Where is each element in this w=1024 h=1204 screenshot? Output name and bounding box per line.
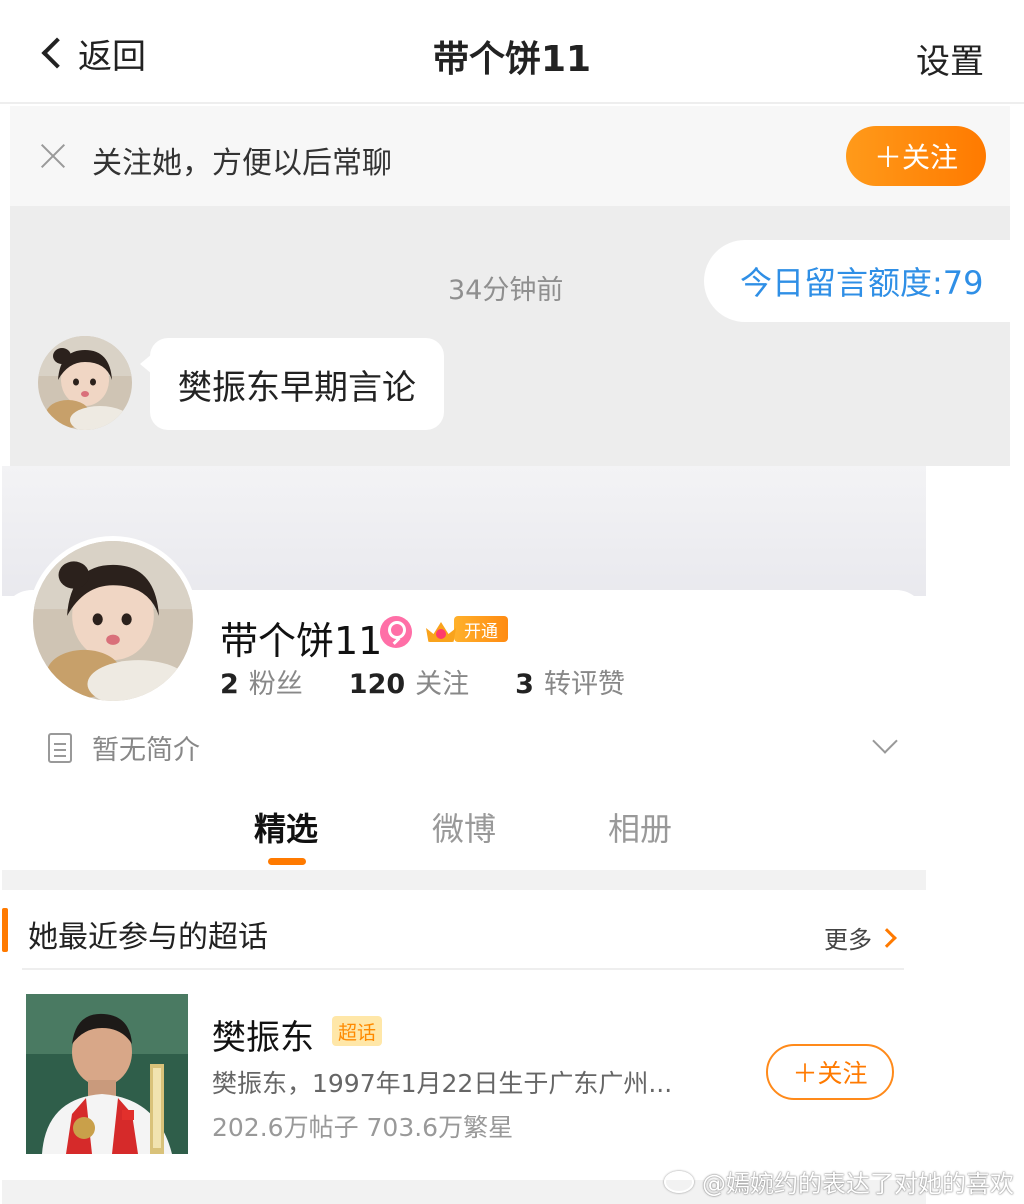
stat-count: 3 [515,669,534,700]
document-icon [48,732,72,763]
topic-follow-button[interactable]: ＋关注 [766,1044,894,1100]
topic-stats: 202.6万帖子 703.6万繁星 [212,1113,514,1142]
active-tab-indicator [268,858,306,865]
page-title: 带个饼11 [432,39,592,80]
section-gap [2,870,926,890]
female-icon [380,616,412,648]
section-accent-bar [2,908,8,952]
more-label: 更多 [824,926,872,954]
message-timestamp: 34分钟前 [448,275,564,306]
section-title: 她最近参与的超话 [28,920,268,955]
chevron-left-icon [41,37,73,69]
tab-weibo[interactable]: 微博 [432,804,496,850]
topic-description: 樊振东，1997年1月22日生于广东广州... [212,1069,673,1098]
profile-tabs: 精选 微博 相册 [2,800,926,870]
chevron-right-icon [877,927,897,948]
crown-icon [424,614,458,644]
follow-button[interactable]: ＋关注 [846,126,986,186]
divider [22,968,904,970]
message-bubble[interactable]: 樊振东早期言论 [140,338,444,430]
profile-avatar[interactable] [28,536,198,706]
watermark: @嫣婉约的表达了对她的喜欢 [664,1164,1014,1199]
stat-interactions[interactable]: 3 转评赞 [515,662,625,701]
vip-open-label: 开通 [454,616,508,642]
message-quota-bubble: 今日留言额度:79 [704,240,1024,322]
stat-label: 转评赞 [543,669,625,700]
bio-row[interactable]: 暂无简介 [48,728,200,767]
topic-name[interactable]: 樊振东 [212,1010,314,1059]
bio-text: 暂无简介 [92,735,200,766]
navbar: 返回 带个饼11 设置 [0,0,1024,104]
sender-avatar[interactable] [38,336,132,430]
stat-count: 120 [348,669,406,700]
back-button[interactable]: 返回 [36,28,146,78]
supertopic-section: 她最近参与的超话 更多 樊振东 超话 樊振东，1997年1月22日生于广东广州.… [2,890,926,1180]
profile-name: 带个饼11 [220,619,383,663]
back-label: 返回 [78,36,146,77]
weibo-logo-icon [664,1170,694,1193]
chat-area[interactable]: 34分钟前 今日留言额度:79 樊振东早期言论 [10,206,1024,466]
stat-label: 关注 [415,669,470,700]
supertopic-tag: 超话 [332,1016,383,1046]
stat-label: 粉丝 [248,669,303,700]
stat-count: 2 [220,669,239,700]
close-icon[interactable] [38,140,68,170]
topic-thumbnail[interactable] [26,994,188,1154]
vip-badge[interactable]: 开通 [424,614,508,644]
profile-stats: 2 粉丝 120 关注 3 转评赞 [220,662,671,701]
more-link[interactable]: 更多 [824,920,897,955]
follow-banner: 关注她，方便以后常聊 ＋关注 [10,106,1010,206]
settings-button[interactable]: 设置 [916,34,984,83]
stat-fans[interactable]: 2 粉丝 [220,662,303,701]
follow-banner-text: 关注她，方便以后常聊 [92,146,392,181]
watermark-text: @嫣婉约的表达了对她的喜欢 [702,1170,1014,1198]
tab-album[interactable]: 相册 [608,804,672,850]
stat-following[interactable]: 120 关注 [349,662,469,701]
tab-featured[interactable]: 精选 [254,804,318,850]
